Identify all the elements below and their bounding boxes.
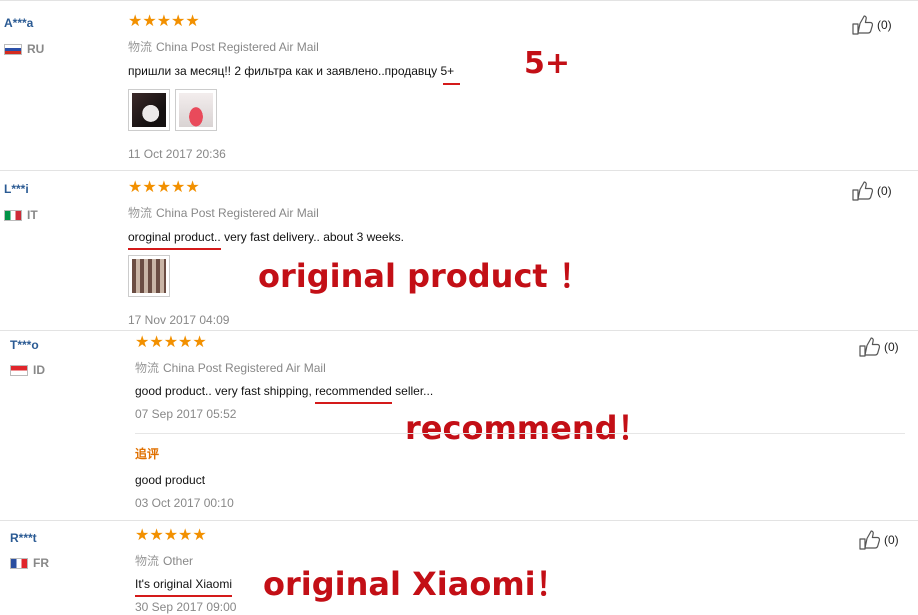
divider [0,0,918,1]
comment-highlight: 5+ [440,64,455,78]
helpful-button[interactable]: (0) [859,337,899,357]
reviewer-country: RU [4,42,44,56]
annotation-label: 5+ [524,46,571,81]
helpful-button[interactable]: (0) [859,530,899,550]
reviewer-country: FR [10,556,49,570]
review-comment: пришли за месяц!! 2 фильтра как и заявле… [128,64,454,78]
review-date: 07 Sep 2017 05:52 [135,407,237,421]
followup-label: 追评 [135,447,160,461]
helpful-count: (0) [884,533,899,547]
flag-france-icon [10,557,28,569]
logistics-info: 物流 China Post Registered Air Mail [135,359,326,376]
review-comment: It's original Xiaomi [135,577,232,591]
review-photo[interactable] [128,255,170,297]
review-photo[interactable] [128,89,170,131]
comment-highlight: oroginal product.. [128,230,221,244]
logistics-method: China Post Registered Air Mail [156,40,319,54]
stars-icon: ★★★★★ [128,179,200,196]
annotation-label: recommend！ [405,409,650,447]
logistics-method: China Post Registered Air Mail [163,361,326,375]
logistics-label: 物流 [135,554,160,568]
logistics-info: 物流 China Post Registered Air Mail [128,204,319,221]
stars-icon: ★★★★★ [135,334,207,351]
star-rating: ★★★★★ [135,335,207,351]
thumbs-up-icon [859,337,881,357]
helpful-button[interactable]: (0) [852,181,892,201]
comment-text: пришли за месяц!! 2 фильтра как и заявле… [128,64,441,78]
country-code: RU [27,42,45,56]
logistics-label: 物流 [128,206,153,220]
logistics-info: 物流 China Post Registered Air Mail [128,38,319,55]
helpful-count: (0) [877,184,892,198]
logistics-info: 物流 Other [135,552,193,569]
photo-image [179,93,213,127]
reviewer-name: R***t [10,531,37,545]
thumbs-up-icon [852,181,874,201]
annotation-label: original Xiaomi！ [263,565,568,603]
flag-russia-icon [4,43,22,55]
stars-icon: ★★★★★ [135,527,207,544]
logistics-method: Other [163,554,194,568]
country-code: FR [33,556,49,570]
thumbs-up-icon [859,530,881,550]
reviewer-country: IT [4,208,38,222]
review-comment: good product.. very fast shipping, recom… [135,384,433,398]
logistics-label: 物流 [128,40,153,54]
divider [0,330,918,331]
comment-highlight: It's original Xiaomi [135,577,232,591]
star-rating: ★★★★★ [128,14,200,30]
logistics-label: 物流 [135,361,160,375]
review-date: 17 Nov 2017 04:09 [128,313,230,327]
photo-image [132,93,166,127]
review-date: 30 Sep 2017 09:00 [135,600,237,614]
review-photo[interactable] [175,89,217,131]
comment-text: very fast delivery.. about 3 weeks. [220,230,404,244]
country-code: IT [27,208,38,222]
review-date: 11 Oct 2017 20:36 [128,147,226,161]
star-rating: ★★★★★ [128,180,200,196]
stars-icon: ★★★★★ [128,13,200,30]
comment-highlight: recommended [315,384,392,398]
divider [0,170,918,171]
followup-date: 03 Oct 2017 00:10 [135,496,234,510]
reviewer-country: ID [10,363,45,377]
flag-italy-icon [4,209,22,221]
helpful-count: (0) [877,18,892,32]
followup-divider [135,433,905,434]
logistics-method: China Post Registered Air Mail [156,206,319,220]
thumbs-up-icon [852,15,874,35]
divider [0,520,918,521]
helpful-count: (0) [884,340,899,354]
star-rating: ★★★★★ [135,528,207,544]
helpful-button[interactable]: (0) [852,15,892,35]
comment-text: good product.. very fast shipping, [135,384,316,398]
reviewer-name: T***o [10,338,39,352]
flag-indonesia-icon [10,364,28,376]
country-code: ID [33,363,45,377]
reviewer-name: L***i [4,182,29,196]
review-comment: oroginal product.. very fast delivery.. … [128,230,404,244]
annotation-label: original product ！ [258,257,591,295]
reviewer-name: A***a [4,16,34,30]
followup-comment: good product [135,473,206,487]
comment-text: seller... [391,384,434,398]
photo-image [132,259,166,293]
